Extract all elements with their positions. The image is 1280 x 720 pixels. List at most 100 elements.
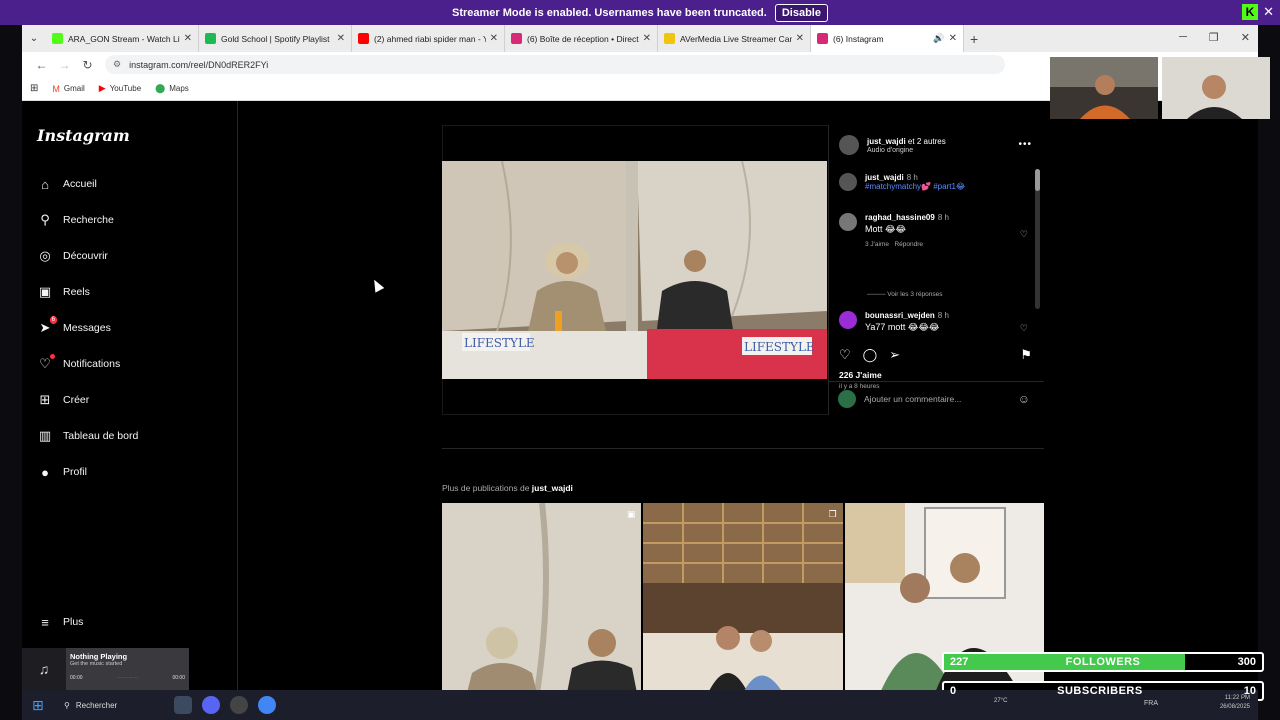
like-comment-icon[interactable]: ♡ (1020, 323, 1028, 334)
reel-video[interactable]: LIFESTYLE LIFESTYLE (442, 161, 827, 379)
share-icon[interactable]: ➢ (889, 347, 900, 363)
language-indicator[interactable]: FRA (1144, 700, 1158, 707)
sidebar-item-notifications[interactable]: ♡ Notifications (37, 354, 120, 372)
audio-label[interactable]: Audio d'origine (867, 147, 946, 154)
likes-count[interactable]: 226 J'aime (839, 370, 882, 380)
sidebar-item-label: Découvrir (63, 250, 108, 262)
sidebar-item-d-couvrir[interactable]: ◎ Découvrir (37, 248, 108, 264)
caption: just_wajdi 8 h #matchymatchy💕 #part1😂 (839, 173, 965, 191)
post-author[interactable]: just_wajdi et 2 autres (867, 137, 946, 146)
sidebar-item-more[interactable]: ≡ Plus (37, 614, 83, 630)
bookmark-youtube[interactable]: ▶ YouTube (99, 83, 141, 94)
restore-icon[interactable]: ❐ (1209, 31, 1219, 44)
disable-streamer-mode-button[interactable]: Disable (774, 3, 828, 22)
bookmark-icon[interactable]: ⚑ (1020, 347, 1032, 363)
site-settings-icon[interactable]: ⚙ (113, 59, 121, 70)
instagram-logo[interactable]: Instagram (37, 126, 130, 145)
tab-close-icon[interactable]: ✕ (643, 33, 651, 44)
tab-2[interactable]: (2) ahmed riabi spider man - Yo ✕ (352, 25, 505, 52)
music-times: 00:00 ············· 00:00 (70, 675, 185, 681)
avatar[interactable] (839, 173, 857, 191)
avatar[interactable] (839, 135, 859, 155)
tab-close-icon[interactable]: ✕ (337, 33, 345, 44)
video-sign-left: LIFESTYLE (464, 336, 535, 350)
bookmark-gmail[interactable]: M Gmail (52, 83, 84, 94)
sidebar-icon: ◎ (39, 248, 51, 263)
post-thumbnail[interactable]: ▣ (442, 503, 642, 690)
video-frame-art: LIFESTYLE LIFESTYLE (442, 161, 827, 379)
comments-scrollbar[interactable] (1035, 169, 1040, 309)
sidebar-icon: ● (41, 464, 49, 480)
tab-3[interactable]: (6) Boîte de réception • Direct ✕ (505, 25, 658, 52)
tab-close-icon[interactable]: ✕ (796, 33, 804, 44)
forward-icon[interactable]: → (53, 58, 76, 72)
music-note-icon[interactable]: ♫ (22, 648, 66, 690)
webcam-left (1050, 57, 1158, 119)
sidebar-item-recherche[interactable]: ⚲ Recherche (37, 212, 114, 228)
view-replies-link[interactable]: ──── Voir les 3 réponses (867, 291, 943, 298)
taskbar-search[interactable]: ⚲ Rechercher (64, 701, 164, 710)
comment-user[interactable]: just_wajdi 8 h (865, 173, 965, 182)
sidebar: Instagram ⌂ Accueil ⚲ Recherche ◎ Découvrir ▣ R… (22, 101, 238, 690)
minimize-icon[interactable]: ─ (1179, 31, 1187, 44)
avatar[interactable] (839, 311, 857, 329)
window-close-icon[interactable]: ✕ (1241, 31, 1250, 44)
sidebar-icon: ♡ (37, 354, 55, 372)
tab-title: ARA_GON Stream - Watch Live (68, 33, 180, 44)
webcam-overlays (1050, 57, 1270, 119)
comment-icon[interactable]: ◯ (863, 347, 878, 363)
sidebar-item-profil[interactable]: ● Profil (37, 464, 87, 480)
reload-icon[interactable]: ↻ (76, 58, 99, 72)
taskbar-app-icon[interactable] (174, 696, 192, 714)
weather-readout[interactable]: 27°C (994, 698, 1007, 704)
emoji-icon[interactable]: ☺ (1018, 392, 1030, 406)
tab-title: (2) ahmed riabi spider man - Yo (374, 33, 486, 44)
followers-goal: 300 (1237, 656, 1256, 668)
tab-search-icon[interactable]: ⌄ (22, 33, 46, 44)
comment-user[interactable]: bounassri_wejden 8 h (865, 311, 949, 320)
comment-user[interactable]: raghad_hassine09 8 h (865, 213, 949, 222)
chrome-icon[interactable] (258, 696, 276, 714)
tab-favicon-icon (664, 33, 675, 44)
like-icon[interactable]: ♡ (839, 347, 851, 363)
browser-window: ⌄ ARA_GON Stream - Watch Live ✕ Gold Schoo… (22, 25, 1258, 690)
url-field[interactable]: ⚙ instagram.com/reel/DN0dRER2FYi (105, 55, 1005, 74)
apps-grid-icon[interactable]: ⊞ (30, 83, 38, 94)
instagram-page: Instagram ⌂ Accueil ⚲ Recherche ◎ Découvrir ▣ R… (22, 101, 1258, 690)
avatar[interactable] (839, 213, 857, 231)
followers-goal-bar: 227 FOLLOWERS 300 (942, 652, 1264, 672)
new-tab-icon[interactable]: + (970, 31, 978, 47)
tab-close-icon[interactable]: ✕ (184, 33, 192, 44)
sidebar-item-cr-er[interactable]: ⊞ Créer (37, 392, 90, 408)
music-subtitle: Get the music started (70, 661, 123, 667)
windows-start-icon[interactable]: ⊞ (32, 697, 52, 714)
close-icon[interactable]: ✕ (1263, 4, 1274, 20)
sidebar-icon: ⊞ (39, 392, 51, 407)
carousel-icon: ❐ (828, 509, 837, 519)
sidebar-item-reels[interactable]: ▣ Reels (37, 284, 90, 300)
obs-icon[interactable] (230, 696, 248, 714)
post-thumbnail[interactable]: ❐ (643, 503, 843, 690)
webcam-right (1162, 57, 1270, 119)
discord-icon[interactable] (202, 696, 220, 714)
bookmark-maps[interactable]: ⬤ Maps (155, 83, 189, 94)
back-icon[interactable]: ← (30, 58, 53, 72)
audio-icon[interactable]: 🔊 (933, 33, 944, 44)
like-comment-icon[interactable]: ♡ (1020, 229, 1028, 240)
tab-5[interactable]: (6) Instagram 🔊 ✕ (811, 25, 964, 52)
tab-favicon-icon (817, 33, 828, 44)
sidebar-icon: ⚲ (40, 212, 50, 227)
sidebar-item-accueil[interactable]: ⌂ Accueil (37, 176, 97, 192)
reply-link[interactable]: Répondre (894, 241, 923, 248)
tab-close-icon[interactable]: ✕ (490, 33, 498, 44)
sidebar-item-tableau-de-bord[interactable]: ▥ Tableau de bord (37, 428, 138, 444)
bookmark-label: Gmail (63, 84, 85, 93)
caption-tags[interactable]: #matchymatchy💕 #part1😂 (865, 182, 965, 191)
tab-close-icon[interactable]: ✕ (949, 33, 957, 44)
sidebar-item-messages[interactable]: ➤ 6 Messages (37, 316, 111, 336)
add-comment-input[interactable]: Ajouter un commentaire... (864, 394, 961, 404)
tab-0[interactable]: ARA_GON Stream - Watch Live ✕ (46, 25, 199, 52)
tab-4[interactable]: AVerMedia Live Streamer Cam ✕ (658, 25, 811, 52)
tab-1[interactable]: Gold School | Spotify Playlist ✕ (199, 25, 352, 52)
more-options-icon[interactable]: ••• (1018, 139, 1032, 150)
